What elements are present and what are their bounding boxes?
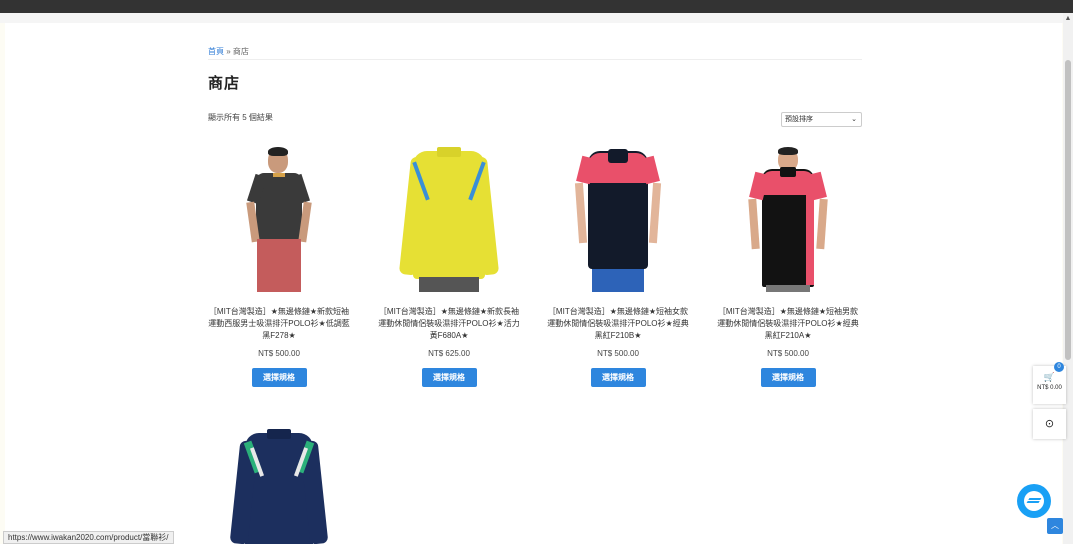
select-options-button[interactable]: 選擇規格 [421,368,477,387]
mini-cart-widget[interactable]: 🛒 NT$ 0.00 [1033,366,1066,404]
messenger-chat-icon[interactable] [1017,484,1051,518]
select-options-button[interactable]: 選擇規格 [760,368,816,387]
breadcrumb-current: 商店 [232,47,249,56]
product-price: NT$ 625.00 [428,349,470,358]
product-price: NT$ 500.00 [597,349,639,358]
scrollbar-thumb[interactable] [1065,60,1071,360]
scroll-up-arrow-icon[interactable]: ▲ [1063,14,1073,24]
product-image[interactable] [219,147,339,292]
product-card [204,427,354,544]
breadcrumb-home-link[interactable]: 首頁 [208,47,224,56]
product-name[interactable]: ［MIT台灣製造］★無邊條鏈★新款長袖運動休閒情侶裝吸濕排汗POLO衫★活力黃F… [374,306,524,342]
account-icon[interactable]: ⊙ [1033,409,1066,439]
cart-total: NT$ 0.00 [1037,385,1062,391]
product-name[interactable]: ［MIT台灣製造］★無邊條鏈★短袖女款運動休閒情侶裝吸濕排汗POLO衫★經典黑紅… [543,306,693,342]
product-card: ［MIT台灣製造］★無邊條鏈★新款長袖運動休閒情侶裝吸濕排汗POLO衫★活力黃F… [374,147,524,387]
browser-top-bar [0,0,1073,13]
product-card: ［MIT台灣製造］★無邊條鏈★新款短袖運動西服男士吸濕排汗POLO衫★低調藍黑F… [204,147,354,387]
product-name[interactable]: ［MIT台灣製造］★無邊條鏈★短袖男款運動休閒情侶裝吸濕排汗POLO衫★經典黑紅… [713,306,863,342]
product-name[interactable]: ［MIT台灣製造］★無邊條鏈★新款短袖運動西服男士吸濕排汗POLO衫★低調藍黑F… [204,306,354,342]
sort-select[interactable]: 預設排序 ⌄ [781,112,862,127]
product-card: ［MIT台灣製造］★無邊條鏈★短袖女款運動休閒情侶裝吸濕排汗POLO衫★經典黑紅… [543,147,693,387]
page-content [5,23,1062,544]
cart-icon: 🛒 [1043,372,1056,382]
product-price: NT$ 500.00 [767,349,809,358]
product-price: NT$ 500.00 [258,349,300,358]
page-title: 商店 [208,75,241,92]
sort-selected-value: 預設排序 [785,116,813,123]
product-image[interactable] [219,427,339,544]
chevron-down-icon: ⌄ [851,116,857,123]
top-strip [0,13,1073,23]
breadcrumb-separator: » [226,47,231,56]
breadcrumb: 首頁 » 商店 [208,46,249,57]
header-divider [208,59,862,60]
product-image[interactable] [728,147,848,292]
select-options-button[interactable]: 選擇規格 [251,368,307,387]
cart-count-badge: 0 [1054,362,1064,372]
product-image[interactable] [558,147,678,292]
back-to-top-button[interactable]: ︿ [1047,518,1063,534]
status-bar-url: https://www.iwakan2020.com/product/當聯衫/ [3,531,174,544]
product-image[interactable] [389,147,509,292]
result-count: 顯示所有 5 個結果 [208,113,273,122]
product-card: ［MIT台灣製造］★無邊條鏈★短袖男款運動休閒情侶裝吸濕排汗POLO衫★經典黑紅… [713,147,863,387]
select-options-button[interactable]: 選擇規格 [590,368,646,387]
